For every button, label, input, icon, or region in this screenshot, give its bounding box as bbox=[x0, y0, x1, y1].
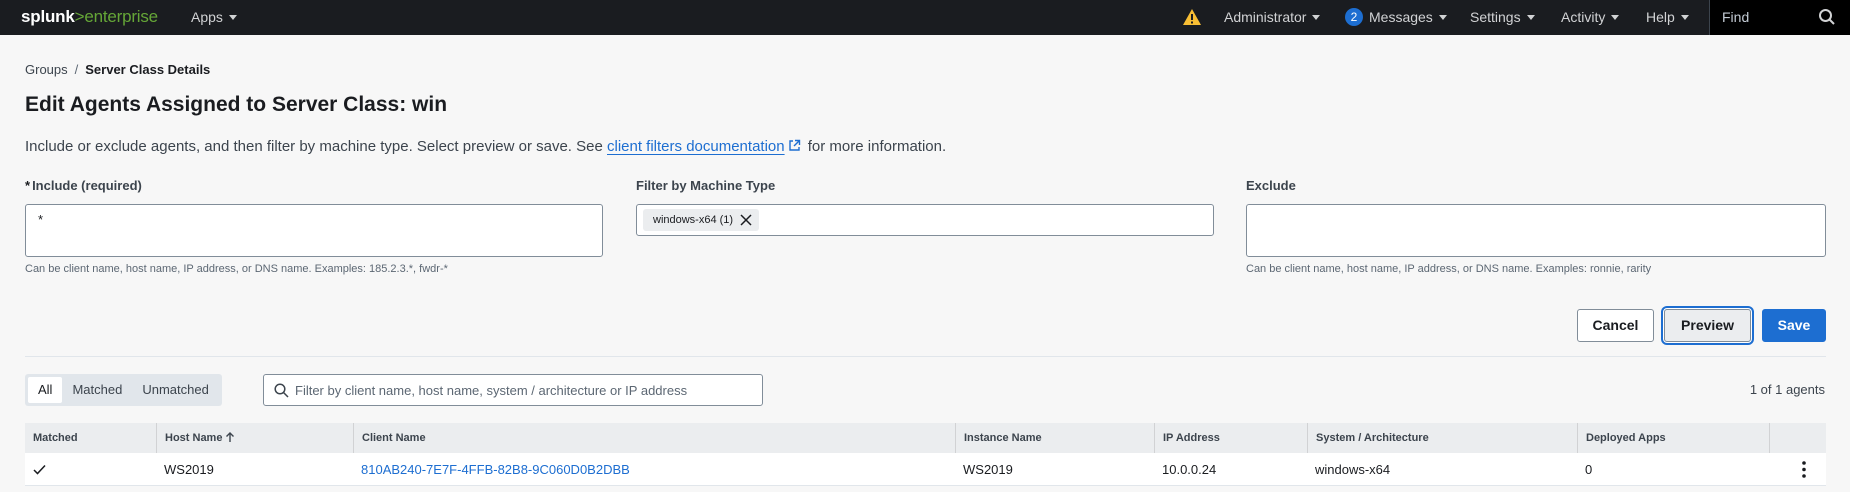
chevron-down-icon bbox=[1611, 14, 1620, 20]
tab-matched[interactable]: Matched bbox=[62, 377, 132, 403]
tab-all[interactable]: All bbox=[28, 377, 63, 403]
match-filter-tabs: All Matched Unmatched bbox=[25, 374, 222, 406]
instance-name-cell: WS2019 bbox=[963, 462, 1013, 477]
search-icon[interactable] bbox=[1818, 8, 1836, 26]
user-menu[interactable]: Administrator bbox=[1224, 0, 1321, 35]
column-instance-name[interactable]: Instance Name bbox=[955, 423, 1154, 453]
divider bbox=[25, 356, 1826, 357]
external-link-icon bbox=[788, 139, 800, 151]
chevron-down-icon bbox=[228, 14, 237, 20]
exclude-help-text: Can be client name, host name, IP addres… bbox=[1246, 263, 1652, 275]
messages-count-badge: 2 bbox=[1345, 8, 1363, 27]
client-name-cell: 810AB240-7E7F-4FFB-82B8-9C060D0B2DBB bbox=[353, 453, 630, 486]
machine-type-chip[interactable]: windows-x64 (1) bbox=[643, 209, 760, 231]
find-search[interactable]: Find bbox=[1709, 0, 1850, 35]
client-filters-doc-link[interactable]: client filters documentation bbox=[607, 138, 785, 155]
breadcrumb-groups-link[interactable]: Groups bbox=[25, 62, 68, 77]
host-name-cell: WS2019 bbox=[164, 462, 214, 477]
column-actions bbox=[1769, 423, 1826, 453]
column-matched[interactable]: Matched bbox=[25, 423, 156, 453]
tab-unmatched[interactable]: Unmatched bbox=[132, 377, 218, 403]
chevron-down-icon bbox=[1438, 14, 1447, 20]
warning-icon[interactable] bbox=[1182, 8, 1202, 26]
checkmark-icon bbox=[33, 464, 46, 475]
breadcrumb-separator: / bbox=[74, 62, 79, 77]
machine-type-multiselect[interactable]: windows-x64 (1) bbox=[636, 204, 1214, 236]
ip-address-cell: 10.0.0.24 bbox=[1162, 462, 1217, 477]
include-help-text: Can be client name, host name, IP addres… bbox=[25, 263, 448, 275]
page-title: Edit Agents Assigned to Server Class: wi… bbox=[25, 93, 448, 116]
cancel-button[interactable]: Cancel bbox=[1577, 309, 1654, 342]
sort-ascending-icon bbox=[226, 432, 235, 442]
include-label: * Include (required) bbox=[25, 178, 142, 193]
agent-filter-input[interactable] bbox=[295, 375, 755, 405]
exclude-label: Exclude bbox=[1246, 178, 1296, 193]
top-nav-bar: splunk>enterprise Apps Administrator 2 Me… bbox=[0, 0, 1850, 35]
breadcrumb-current: Server Class Details bbox=[85, 62, 211, 77]
find-placeholder: Find bbox=[1722, 9, 1750, 25]
messages-menu[interactable]: 2 Messages bbox=[1345, 0, 1447, 35]
save-button[interactable]: Save bbox=[1762, 309, 1826, 342]
splunk-logo[interactable]: splunk>enterprise bbox=[21, 0, 158, 35]
column-system-architecture[interactable]: System / Architecture bbox=[1307, 423, 1577, 453]
system-architecture-cell: windows-x64 bbox=[1315, 462, 1391, 477]
column-deployed-apps[interactable]: Deployed Apps bbox=[1577, 423, 1769, 453]
close-icon[interactable] bbox=[740, 214, 752, 226]
table-header: Matched Host Name Client Name Instance N… bbox=[25, 423, 1826, 453]
agent-count: 1 of 1 agents bbox=[1749, 382, 1825, 397]
agent-filter-field[interactable] bbox=[263, 374, 763, 406]
include-textarea[interactable]: * bbox=[25, 204, 603, 257]
intro-text: Include or exclude agents, and then filt… bbox=[25, 138, 947, 155]
chevron-down-icon bbox=[1312, 14, 1321, 20]
table-row: WS2019 810AB240-7E7F-4FFB-82B8-9C060D0B2… bbox=[25, 453, 1826, 486]
chevron-down-icon bbox=[1680, 14, 1689, 20]
client-name-link[interactable]: 810AB240-7E7F-4FFB-82B8-9C060D0B2DBB bbox=[361, 462, 630, 477]
exclude-textarea[interactable] bbox=[1246, 204, 1826, 257]
deployed-apps-cell: 0 bbox=[1585, 462, 1593, 477]
chevron-down-icon bbox=[1526, 14, 1535, 20]
column-host-name[interactable]: Host Name bbox=[156, 423, 353, 453]
apps-menu[interactable]: Apps bbox=[191, 0, 237, 35]
matched-cell bbox=[25, 453, 156, 486]
preview-button[interactable]: Preview bbox=[1663, 308, 1752, 343]
search-icon bbox=[274, 383, 289, 398]
machine-type-label: Filter by Machine Type bbox=[636, 178, 776, 193]
activity-menu[interactable]: Activity bbox=[1561, 0, 1620, 35]
column-client-name[interactable]: Client Name bbox=[353, 423, 955, 453]
breadcrumb: Groups / Server Class Details bbox=[25, 62, 210, 77]
more-actions-icon[interactable] bbox=[1802, 461, 1806, 478]
help-menu[interactable]: Help bbox=[1646, 0, 1689, 35]
column-ip-address[interactable]: IP Address bbox=[1154, 423, 1307, 453]
settings-menu[interactable]: Settings bbox=[1470, 0, 1535, 35]
